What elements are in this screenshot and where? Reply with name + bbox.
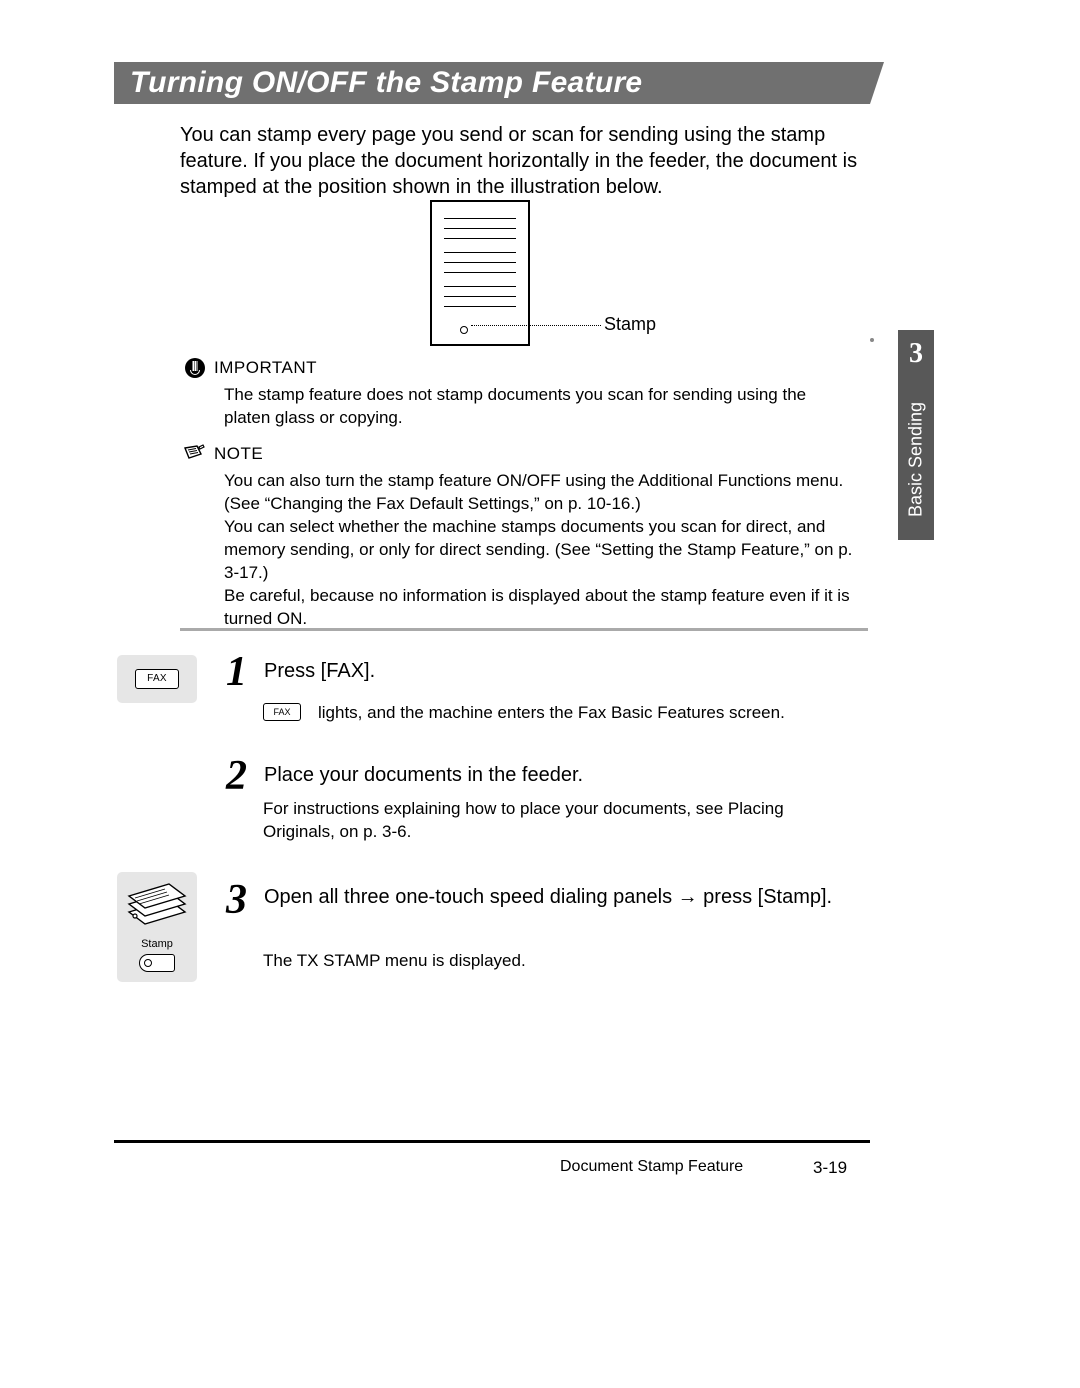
step-3-heading-a: Open all three one-touch speed dialing p… bbox=[264, 886, 678, 908]
important-label: IMPORTANT bbox=[214, 358, 317, 378]
section-title-bar: Turning ON/OFF the Stamp Feature bbox=[114, 62, 870, 104]
step-2-number: 2 bbox=[226, 752, 247, 800]
step-1-number: 1 bbox=[226, 648, 247, 696]
step-1-body: lights, and the machine enters the Fax B… bbox=[318, 702, 878, 725]
important-icon bbox=[185, 358, 205, 378]
stamp-leader-line bbox=[471, 325, 601, 326]
intro-paragraph: You can stamp every page you send or sca… bbox=[180, 122, 868, 200]
important-text: The stamp feature does not stamp documen… bbox=[224, 384, 854, 430]
stamp-position-dot bbox=[460, 326, 468, 334]
footer-page-number: 3-19 bbox=[813, 1158, 847, 1178]
fax-inline-key-icon: FAX bbox=[263, 703, 301, 721]
arrow-icon: → bbox=[678, 886, 698, 908]
fax-key-label: FAX bbox=[135, 669, 179, 689]
fax-key-graphic: FAX bbox=[117, 655, 197, 703]
note-para-1: You can also turn the stamp feature ON/O… bbox=[224, 471, 843, 513]
footer-rule bbox=[114, 1140, 870, 1143]
step-2-body: For instructions explaining how to place… bbox=[263, 798, 853, 844]
section-title: Turning ON/OFF the Stamp Feature bbox=[114, 62, 870, 104]
stamp-panel-label: Stamp bbox=[117, 938, 197, 950]
step-2-heading: Place your documents in the feeder. bbox=[264, 764, 583, 787]
stamp-pointer-label: Stamp bbox=[604, 314, 656, 335]
chapter-number: 3 bbox=[898, 330, 934, 370]
footer-section-title: Document Stamp Feature bbox=[560, 1158, 743, 1176]
stamp-key-icon bbox=[139, 954, 175, 972]
note-para-3: Be careful, because no information is di… bbox=[224, 586, 850, 628]
step-3-number: 3 bbox=[226, 876, 247, 924]
edge-dot-icon bbox=[870, 338, 874, 342]
step-3-body: The TX STAMP menu is displayed. bbox=[263, 950, 853, 973]
step-3-heading-b: press [Stamp]. bbox=[698, 886, 833, 908]
note-label: NOTE bbox=[214, 444, 263, 464]
step-1-heading: Press [FAX]. bbox=[264, 660, 375, 683]
panels-icon bbox=[125, 878, 189, 934]
manual-page: Turning ON/OFF the Stamp Feature You can… bbox=[0, 0, 1080, 1388]
stamp-panel-graphic: Stamp bbox=[117, 872, 197, 982]
section-divider bbox=[180, 628, 868, 631]
note-para-2: You can select whether the machine stamp… bbox=[224, 517, 852, 582]
note-icon bbox=[183, 444, 205, 462]
chapter-title: Basic Sending bbox=[906, 402, 927, 517]
chapter-side-tab: 3 Basic Sending bbox=[898, 330, 934, 540]
note-text: You can also turn the stamp feature ON/O… bbox=[224, 470, 864, 631]
step-3-heading: Open all three one-touch speed dialing p… bbox=[264, 886, 854, 909]
